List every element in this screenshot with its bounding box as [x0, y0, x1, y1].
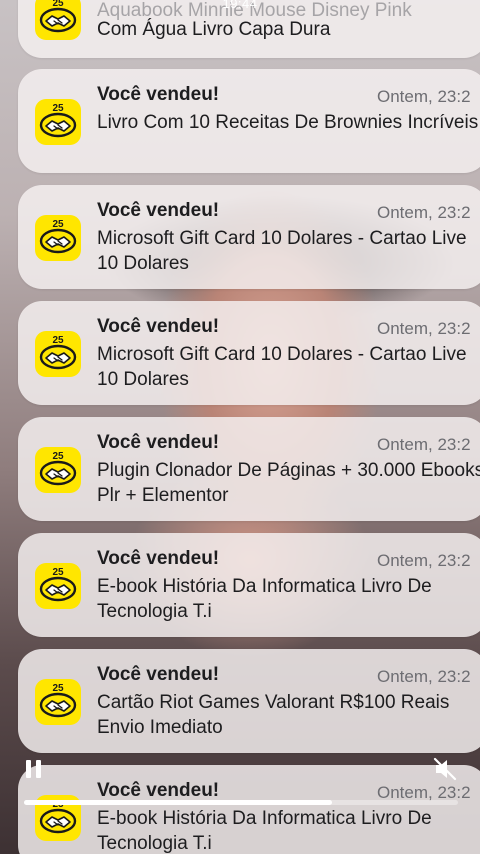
handshake-icon: 25 [35, 331, 81, 377]
notification-time: Ontem, 23:2 [377, 203, 471, 222]
handshake-icon: 25 [35, 679, 81, 725]
notification-title: Você vendeu! [97, 200, 220, 221]
handshake-icon: 25 [35, 215, 81, 261]
notification-time: Ontem, 23:2 [377, 87, 471, 106]
status-bar-time: 19:44 [222, 0, 258, 11]
notification-card[interactable]: 25 Você vendeu! Ontem, 23:2 Microsoft Gift … [18, 301, 480, 405]
notification-title: Você vendeu! [97, 84, 220, 105]
notification-card[interactable]: 25 Você vendeu! Ontem, 23:2 Microsoft Gift … [18, 185, 480, 289]
handshake-icon: 25 [35, 99, 81, 145]
notification-card[interactable]: 25 Você vendeu! Ontem, 23:2 Livro Com 10 Re… [18, 69, 480, 173]
notification-time: Ontem, 23:2 [377, 551, 471, 570]
notification-title: Você vendeu! [97, 664, 220, 685]
svg-text:25: 25 [52, 683, 64, 694]
svg-text:25: 25 [52, 103, 64, 114]
svg-text:25: 25 [52, 219, 64, 230]
notification-title: Você vendeu! [97, 548, 220, 569]
notification-time: Ontem, 23:2 [377, 319, 471, 338]
handshake-icon: 25 [35, 563, 81, 609]
notification-body: Com Água Livro Capa Dura [97, 19, 331, 40]
notification-title: Você vendeu! [97, 316, 220, 337]
svg-text:25: 25 [52, 335, 64, 346]
notification-body: E-book História Da Informatica Livro De … [97, 576, 432, 622]
notification-card[interactable]: 25 Você vendeu! Ontem, 23:2 Plugin Clonador… [18, 417, 480, 521]
svg-text:25: 25 [52, 451, 64, 462]
notification-body: Microsoft Gift Card 10 Dolares - Cartao … [97, 228, 467, 274]
notification-body: Microsoft Gift Card 10 Dolares - Cartao … [97, 344, 467, 390]
notification-body: Plugin Clonador De Páginas + 30.000 Eboo… [97, 460, 480, 506]
svg-text:25: 25 [52, 567, 64, 578]
notification-body: Cartão Riot Games Valorant R$100 Reais E… [97, 692, 450, 738]
handshake-icon: 25 [35, 447, 81, 493]
video-controls [0, 750, 480, 830]
notification-title: Você vendeu! [97, 432, 220, 453]
notification-time: Ontem, 23:2 [377, 435, 471, 454]
notification-time: Ontem, 23:2 [377, 667, 471, 686]
video-progress-fill [24, 800, 333, 805]
notification-card[interactable]: 25 Você vendeu! Ontem, 23:2 Cartão Riot Gam… [18, 649, 480, 753]
notification-body: Livro Com 10 Receitas De Brownies Incrív… [97, 112, 479, 133]
notification-card[interactable]: 25 Você vendeu! Ontem, 23:2 E-book História… [18, 533, 480, 637]
video-progress-bar[interactable] [24, 800, 458, 805]
speaker-muted-icon[interactable] [432, 756, 458, 782]
pause-icon[interactable] [24, 758, 44, 780]
